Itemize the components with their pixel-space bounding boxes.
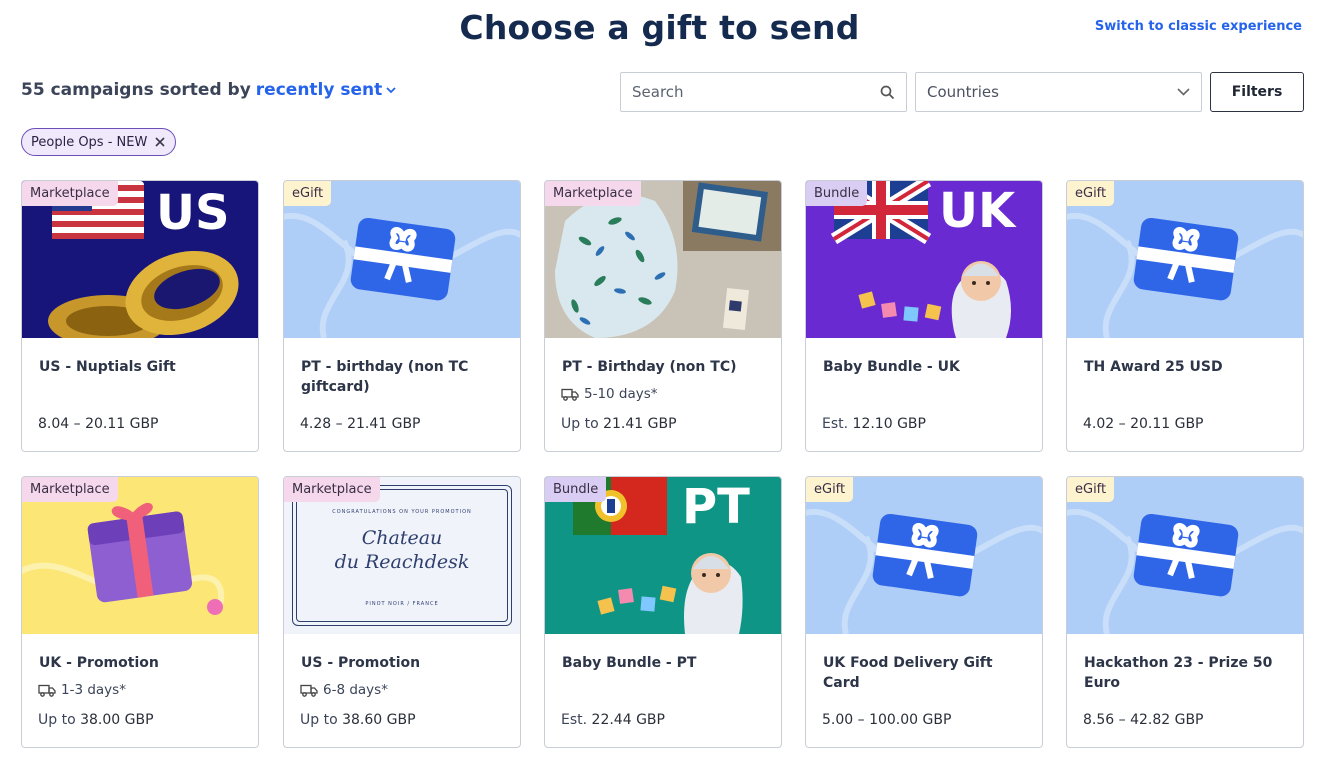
sort-key-label: recently sent [255, 80, 383, 100]
card-type-badge: eGift [1067, 181, 1115, 206]
campaign-card[interactable]: eGift TH Award 25 USD 4.02 – 20.11 GBP [1066, 180, 1304, 452]
card-type-badge: Marketplace [284, 477, 380, 502]
card-type-badge: eGift [806, 477, 854, 502]
card-delivery: 6-8 days* [300, 682, 388, 698]
card-price: 8.04 – 20.11 GBP [38, 416, 159, 432]
truck-icon [300, 684, 318, 697]
campaign-count-text: 55 campaigns sorted by [21, 80, 251, 100]
card-type-badge: Bundle [545, 477, 607, 502]
wine-label-top-text: CONGRATULATIONS ON YOUR PROMOTION [332, 509, 472, 515]
card-title: TH Award 25 USD [1084, 359, 1223, 375]
card-title: Baby Bundle - PT [562, 655, 697, 671]
wine-label-name-1: Chateau [361, 527, 443, 549]
truck-icon [561, 388, 579, 401]
card-image-text: US [156, 185, 230, 241]
chevron-down-icon [1177, 88, 1190, 96]
card-price: Est. 22.44 GBP [561, 712, 665, 728]
card-title: PT - Birthday (non TC) [562, 359, 737, 375]
card-title: PT - birthday (non TC giftcard) [301, 359, 469, 395]
card-type-badge: Bundle [806, 181, 868, 206]
card-delivery: 1-3 days* [38, 682, 126, 698]
search-field[interactable] [620, 72, 907, 112]
campaign-card[interactable]: eGift UK Food Delivery Gift Card 5.00 – … [805, 476, 1043, 748]
card-price: 4.02 – 20.11 GBP [1083, 416, 1204, 432]
campaign-card[interactable]: eGift PT - birthday (non TC giftcard) 4.… [283, 180, 521, 452]
campaign-card[interactable]: Marketplace PT - Birthday (non TC) 5-10 … [544, 180, 782, 452]
filters-button[interactable]: Filters [1210, 72, 1304, 112]
card-price: Up to 21.41 GBP [561, 416, 677, 432]
card-price: 4.28 – 21.41 GBP [300, 416, 421, 432]
card-price: Up to 38.00 GBP [38, 712, 154, 728]
campaign-card[interactable]: UK Bundle Baby Bundle - UK Est. 12.10 GB… [805, 180, 1043, 452]
campaign-card[interactable]: CONGRATULATIONS ON YOUR PROMOTION Chatea… [283, 476, 521, 748]
card-price: 5.00 – 100.00 GBP [822, 712, 952, 728]
chevron-down-icon [386, 86, 396, 93]
card-title: US - Promotion [301, 655, 421, 671]
truck-icon [38, 684, 56, 697]
wine-label-bottom-text: PINOT NOIR / FRANCE [365, 601, 439, 607]
card-title: UK Food Delivery Gift Card [823, 655, 993, 691]
campaign-count-sort: 55 campaigns sorted by recently sent [21, 80, 396, 100]
remove-chip-close-icon[interactable] [155, 137, 165, 147]
card-title: US - Nuptials Gift [39, 359, 176, 375]
card-type-badge: Marketplace [545, 181, 641, 206]
card-price: 8.56 – 42.82 GBP [1083, 712, 1204, 728]
card-image-text: PT [682, 479, 750, 535]
card-title: UK - Promotion [39, 655, 159, 671]
wine-label-name-2: du Reachdesk [334, 551, 470, 573]
card-type-badge: Marketplace [22, 181, 118, 206]
card-type-badge: Marketplace [22, 477, 118, 502]
chip-label: People Ops - NEW [31, 134, 148, 150]
countries-label: Countries [927, 83, 999, 101]
card-type-badge: eGift [1067, 477, 1115, 502]
card-title: Hackathon 23 - Prize 50 Euro [1084, 655, 1273, 691]
campaign-card[interactable]: Marketplace UK - Promotion 1-3 days* Up … [21, 476, 259, 748]
card-title: Baby Bundle - UK [823, 359, 960, 375]
card-delivery: 5-10 days* [561, 386, 658, 402]
sort-dropdown[interactable]: recently sent [256, 80, 396, 100]
card-image-text: UK [939, 183, 1016, 239]
switch-classic-link[interactable]: Switch to classic experience [1095, 19, 1302, 34]
search-input[interactable] [632, 83, 880, 101]
campaign-card[interactable]: PT Bundle Baby Bundle - PT Est. 22.44 GB… [544, 476, 782, 748]
card-type-badge: eGift [284, 181, 332, 206]
search-icon [880, 85, 895, 99]
campaign-card[interactable]: US Marketplace US - Nuptials Gift 8.04 –… [21, 180, 259, 452]
campaign-card[interactable]: eGift Hackathon 23 - Prize 50 Euro 8.56 … [1066, 476, 1304, 748]
card-price: Up to 38.60 GBP [300, 712, 416, 728]
active-filter-chip: People Ops - NEW [21, 128, 177, 156]
card-price: Est. 12.10 GBP [822, 416, 926, 432]
countries-select[interactable]: Countries [915, 72, 1202, 112]
